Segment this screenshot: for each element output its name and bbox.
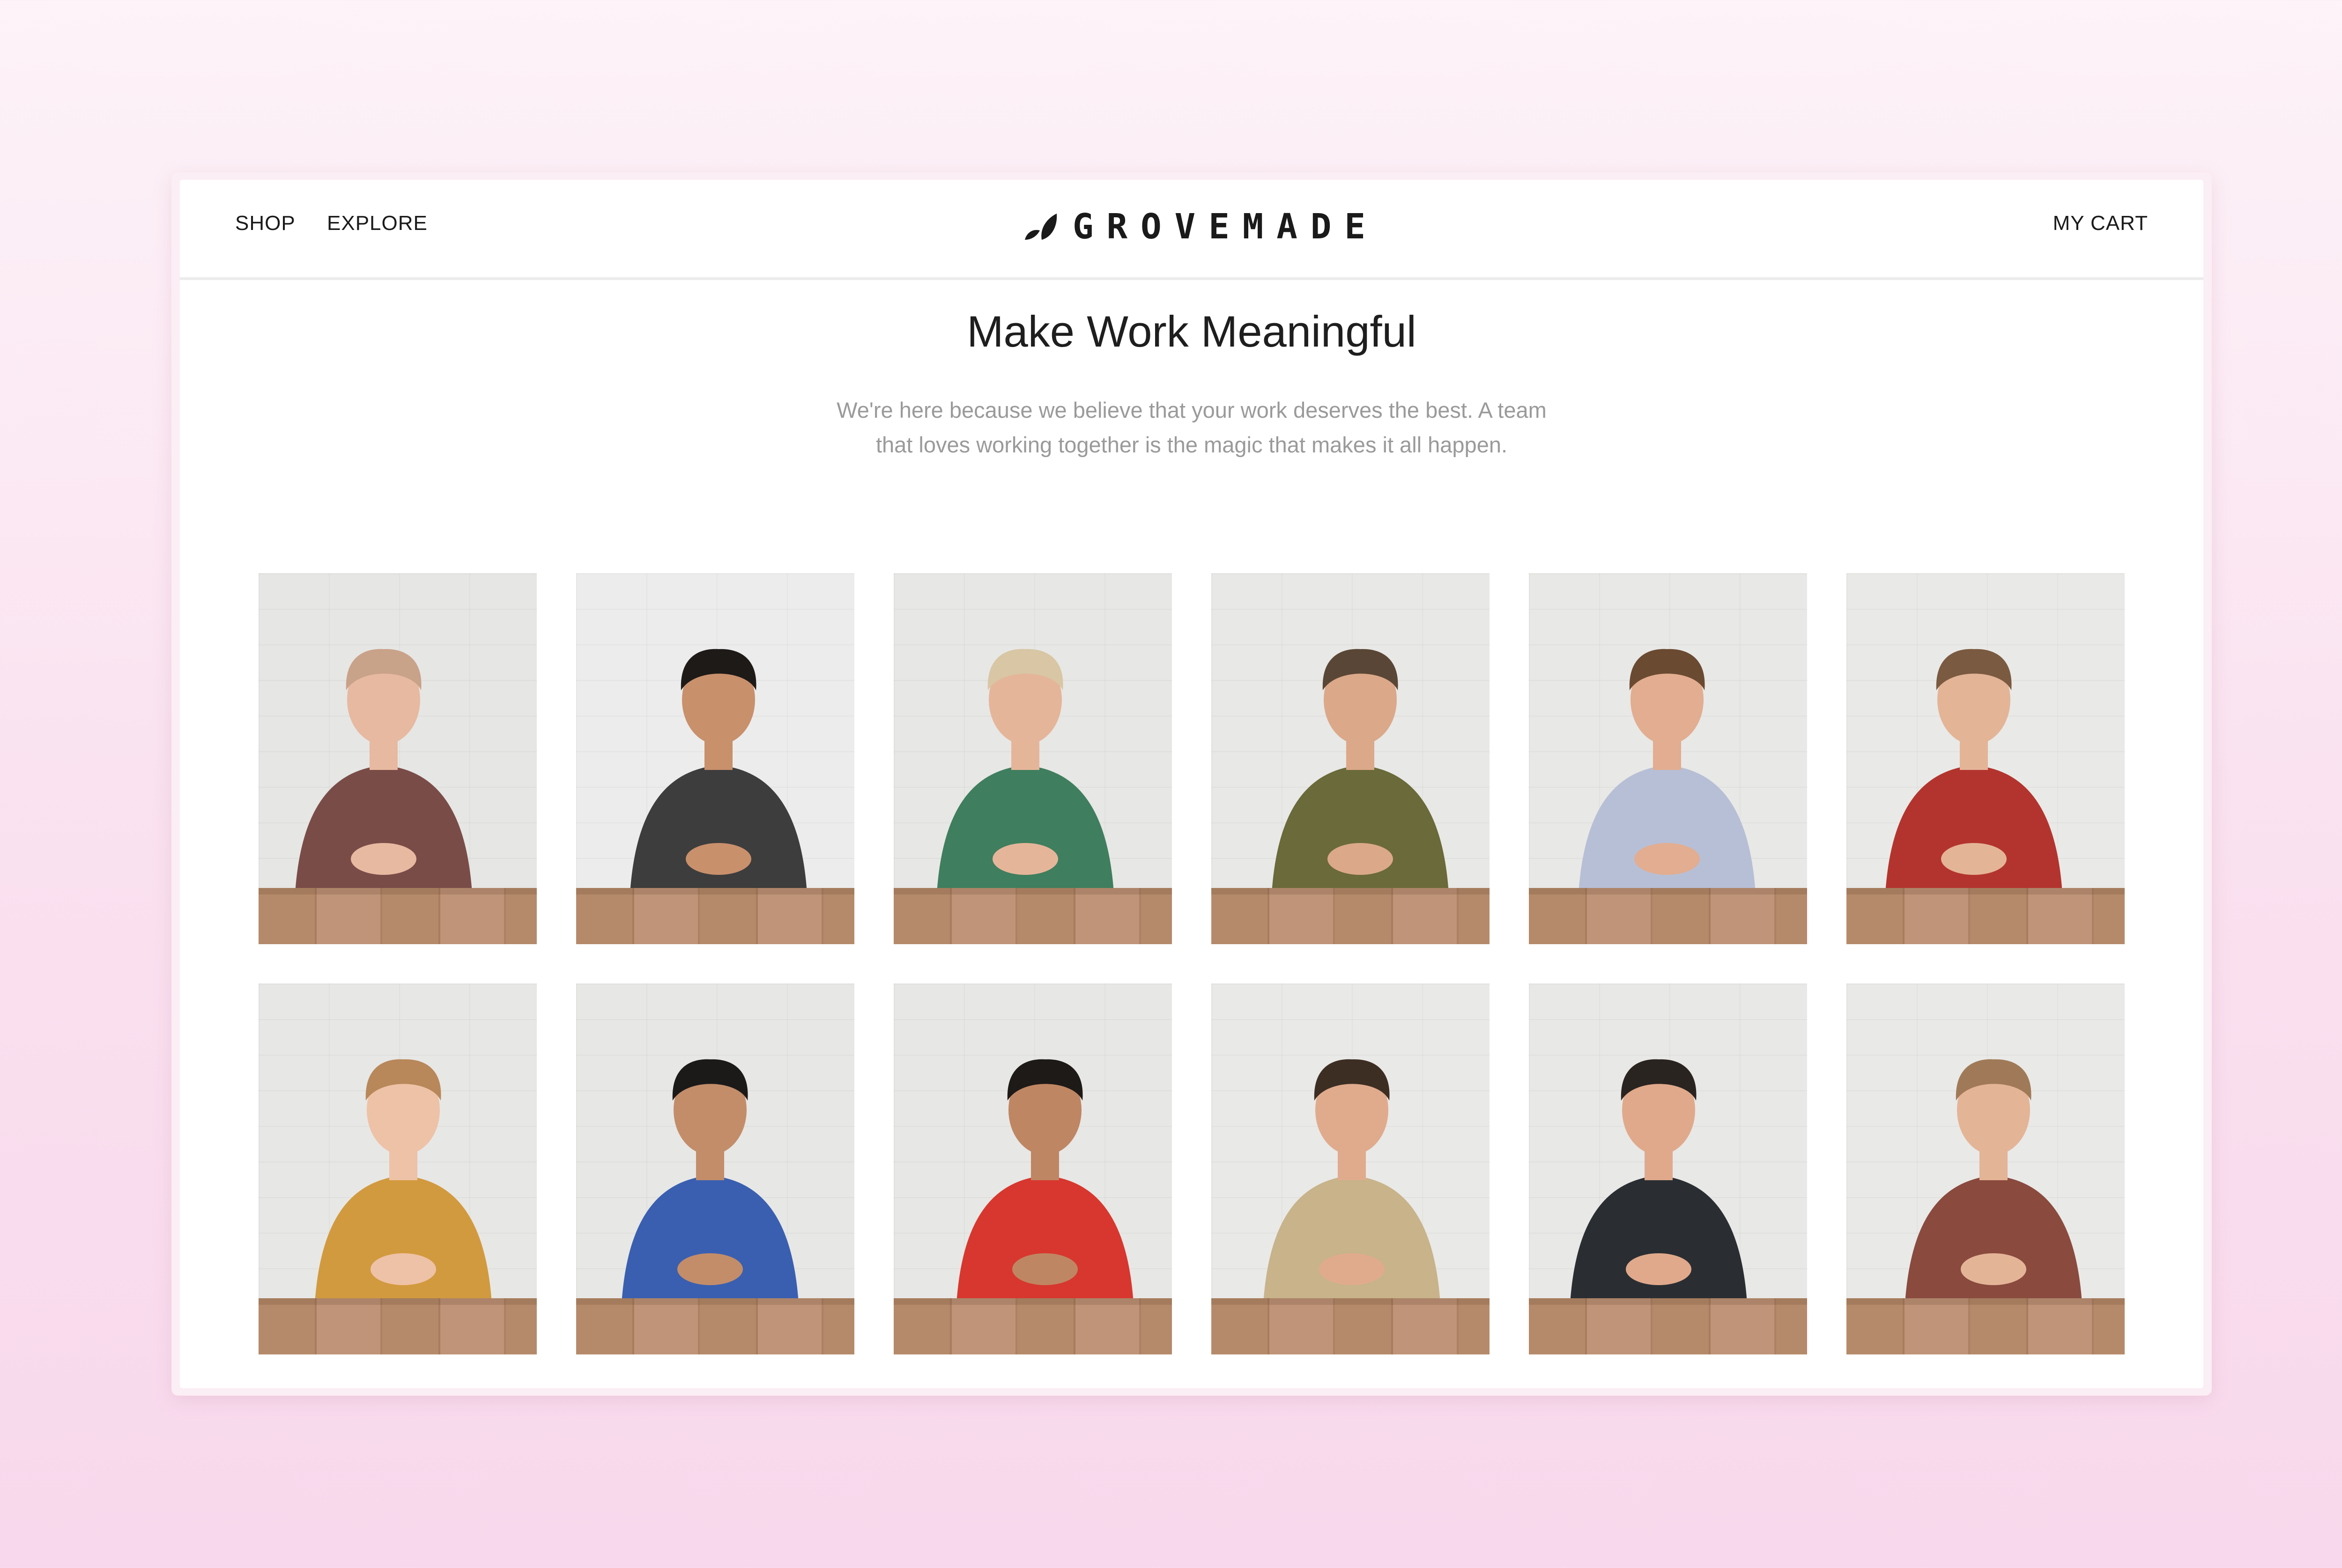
wood-table [894,888,1172,944]
intro-line-2: that loves working together is the magic… [875,432,1508,457]
leaf-logo-icon [1025,214,1057,240]
brand-name: GROVEMADE [1073,207,1379,247]
wood-table [259,888,537,944]
team-member-photo[interactable] [1529,573,1807,944]
team-photo-grid [259,573,2125,1354]
wood-table [576,1298,854,1354]
nav-explore-link[interactable]: EXPLORE [327,212,428,235]
wood-table [1846,888,2125,944]
team-member-photo[interactable] [894,573,1172,944]
wood-table [1846,1298,2125,1354]
team-member-photo[interactable] [1211,984,1490,1354]
team-member-photo[interactable] [259,573,537,944]
wood-table [576,888,854,944]
wood-table [1211,1298,1490,1354]
page-title: Make Work Meaningful [967,307,1416,356]
cart-link[interactable]: MY CART [2053,212,2148,235]
brand-logo[interactable]: GROVEMADE [1023,203,1379,250]
wood-table [1529,888,1807,944]
team-member-photo[interactable] [576,984,854,1354]
nav-shop-link[interactable]: SHOP [235,212,296,235]
site-header: SHOP EXPLORE GROVEMADE MY CART [180,180,2203,280]
intro-line-1: We're here because we believe that your … [837,398,1547,422]
team-member-photo[interactable] [1846,573,2125,944]
page-intro: We're here because we believe that your … [789,393,1594,462]
team-member-photo[interactable] [576,573,854,944]
team-member-photo[interactable] [1211,573,1490,944]
wood-table [259,1298,537,1354]
browser-frame: SHOP EXPLORE GROVEMADE MY CART Make Work… [171,172,2212,1396]
team-member-photo[interactable] [1529,984,1807,1354]
page-window: SHOP EXPLORE GROVEMADE MY CART Make Work… [180,180,2203,1388]
wood-table [894,1298,1172,1354]
team-member-photo[interactable] [1846,984,2125,1354]
team-member-photo[interactable] [259,984,537,1354]
team-member-photo[interactable] [894,984,1172,1354]
wood-table [1211,888,1490,944]
wood-table [1529,1298,1807,1354]
